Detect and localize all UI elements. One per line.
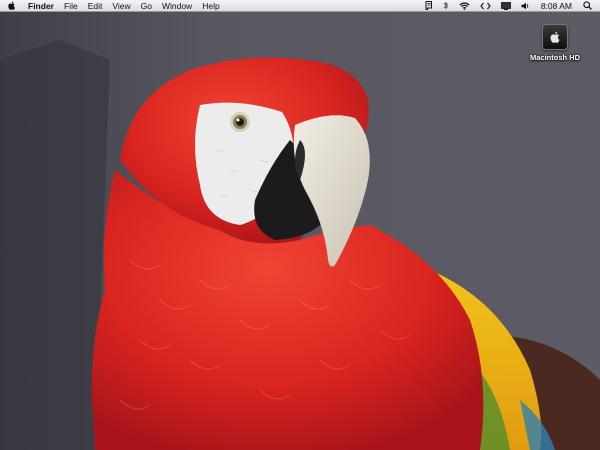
menu-clock[interactable]: 8:08 AM bbox=[535, 0, 578, 12]
wifi-menu[interactable] bbox=[454, 0, 475, 12]
menu-go[interactable]: Go bbox=[136, 0, 157, 12]
display-menu[interactable] bbox=[496, 0, 516, 12]
menu-bar: Finder File Edit View Go Window Help 8:0… bbox=[0, 0, 600, 12]
macintosh-hd-desktop-icon[interactable]: Macintosh HD bbox=[526, 24, 584, 62]
code-brackets-menu[interactable] bbox=[475, 0, 496, 12]
script-icon bbox=[425, 1, 432, 10]
menu-edit[interactable]: Edit bbox=[83, 0, 108, 12]
menu-help[interactable]: Help bbox=[197, 0, 224, 12]
bluetooth-menu[interactable] bbox=[438, 0, 454, 12]
macintosh-hd-label: Macintosh HD bbox=[529, 53, 580, 62]
volume-icon bbox=[521, 2, 529, 9]
menu-view[interactable]: View bbox=[107, 0, 135, 12]
apple-logo-icon bbox=[8, 1, 15, 10]
spotlight-search-icon bbox=[583, 1, 592, 10]
menu-finder[interactable]: Finder bbox=[23, 0, 59, 12]
wifi-icon bbox=[459, 1, 470, 10]
code-brackets-icon bbox=[480, 2, 491, 9]
drive-apple-logo-icon bbox=[550, 31, 559, 43]
apple-menu[interactable] bbox=[0, 0, 23, 12]
script-menu[interactable] bbox=[420, 0, 438, 12]
menu-window[interactable]: Window bbox=[157, 0, 197, 12]
wallpaper-macaw bbox=[0, 0, 600, 450]
macintosh-hd-drive-icon bbox=[542, 24, 568, 50]
desktop[interactable]: Finder File Edit View Go Window Help 8:0… bbox=[0, 0, 600, 450]
display-icon bbox=[500, 1, 511, 10]
volume-menu[interactable] bbox=[516, 0, 535, 12]
menu-file[interactable]: File bbox=[59, 0, 83, 12]
spotlight-button[interactable] bbox=[578, 0, 600, 12]
bluetooth-icon bbox=[443, 1, 448, 10]
